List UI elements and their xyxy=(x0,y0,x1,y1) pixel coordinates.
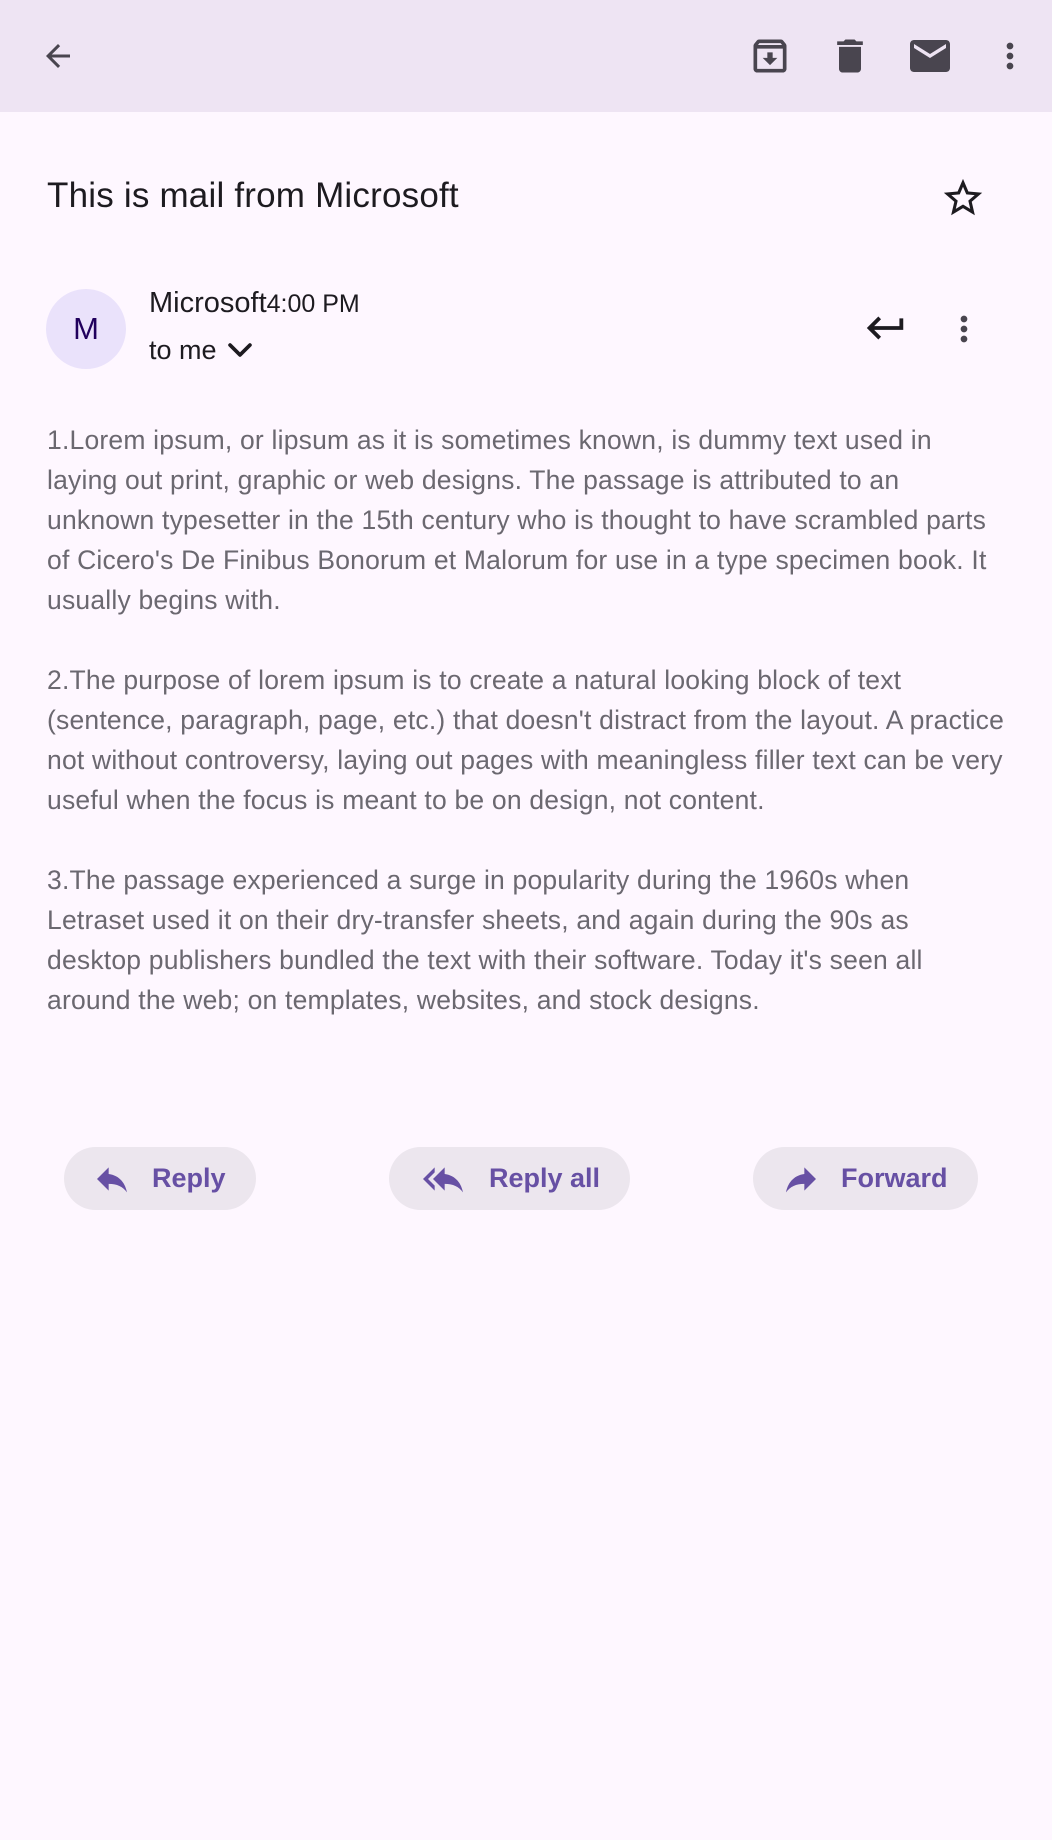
body-paragraph: 2.The purpose of lorem ipsum is to creat… xyxy=(47,665,1005,815)
recipients-label: to me xyxy=(149,334,217,365)
body-paragraph: 1.Lorem ipsum, or lipsum as it is someti… xyxy=(47,425,987,615)
sender-avatar: M xyxy=(46,289,126,369)
more-options-button[interactable] xyxy=(990,30,1030,82)
reply-button[interactable]: Reply xyxy=(64,1147,256,1210)
more-vert-icon xyxy=(1006,42,1014,70)
star-button[interactable] xyxy=(937,172,989,224)
sender-line: Microsoft 4:00 PM xyxy=(149,287,360,320)
reply-all-button[interactable]: Reply all xyxy=(389,1147,631,1210)
archive-icon xyxy=(753,39,787,73)
sent-time: 4:00 PM xyxy=(266,290,360,318)
forward-label: Forward xyxy=(841,1163,948,1193)
mail-icon xyxy=(910,40,950,72)
body-paragraph: 3.The passage experienced a surge in pop… xyxy=(47,865,923,1015)
avatar-letter: M xyxy=(73,311,99,346)
more-vert-icon xyxy=(960,315,968,343)
archive-button[interactable] xyxy=(742,30,798,82)
forward-icon xyxy=(786,1166,816,1192)
reply-all-label: Reply all xyxy=(489,1163,601,1193)
reply-icon xyxy=(97,1166,127,1192)
back-button[interactable] xyxy=(30,28,86,84)
email-subject: This is mail from Microsoft xyxy=(47,176,459,215)
reply-label: Reply xyxy=(152,1163,226,1193)
star-outline-icon xyxy=(943,178,983,216)
arrow-back-icon xyxy=(46,44,70,68)
forward-button[interactable]: Forward xyxy=(753,1147,978,1210)
delete-button[interactable] xyxy=(822,30,878,82)
message-more-button[interactable] xyxy=(944,306,984,352)
reply-all-icon xyxy=(423,1166,463,1192)
email-body: 1.Lorem ipsum, or lipsum as it is someti… xyxy=(47,420,1007,1060)
reply-icon-button[interactable] xyxy=(858,300,914,356)
sender-name: Microsoft xyxy=(149,287,267,319)
chevron-down-icon xyxy=(227,343,252,357)
keyboard-return-icon xyxy=(866,316,904,340)
trash-icon xyxy=(837,39,863,73)
recipients-toggle[interactable]: to me xyxy=(149,333,257,367)
top-app-bar xyxy=(0,0,1052,112)
mark-unread-button[interactable] xyxy=(900,30,960,82)
